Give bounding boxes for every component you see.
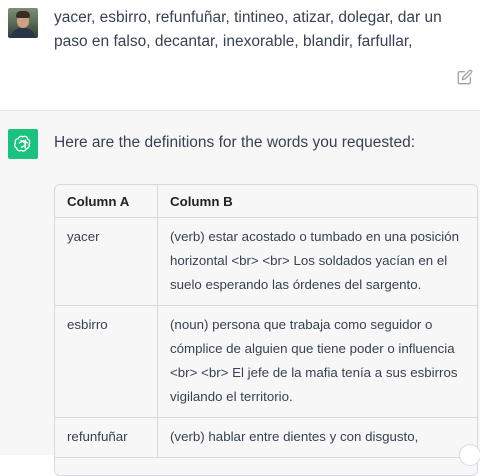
column-header: Column B <box>157 185 477 218</box>
word-cell: yacer <box>55 217 158 306</box>
user-message: yacer, esbirro, refunfuñar, tintineo, at… <box>0 0 480 110</box>
scroll-to-bottom-button[interactable] <box>459 444 480 466</box>
table-row: refunfuñar (verb) hablar entre dientes y… <box>55 417 477 458</box>
assistant-intro-text: Here are the definitions for the words y… <box>54 134 416 151</box>
table-header-row: Column A Column B <box>55 185 477 218</box>
table-row: esbirro (noun) persona que trabaja como … <box>55 305 477 418</box>
assistant-message: Here are the definitions for the words y… <box>0 110 480 476</box>
openai-logo-icon <box>8 129 38 159</box>
edit-icon[interactable] <box>457 69 473 85</box>
definition-cell: (verb) estar acostado o tumbado en una p… <box>157 217 477 306</box>
user-message-text: yacer, esbirro, refunfuñar, tintineo, at… <box>54 9 442 50</box>
user-avatar <box>8 8 38 38</box>
definitions-table: Column A Column B yacer (verb) estar aco… <box>54 184 478 476</box>
word-cell: refunfuñar <box>55 417 158 458</box>
definition-cell: (verb) hablar entre dientes y con disgus… <box>157 417 477 458</box>
definition-cell: (noun) persona que trabaja como seguidor… <box>157 305 477 418</box>
table-row: yacer (verb) estar acostado o tumbado en… <box>55 217 477 306</box>
word-cell: esbirro <box>55 305 158 418</box>
column-header: Column A <box>55 185 158 218</box>
